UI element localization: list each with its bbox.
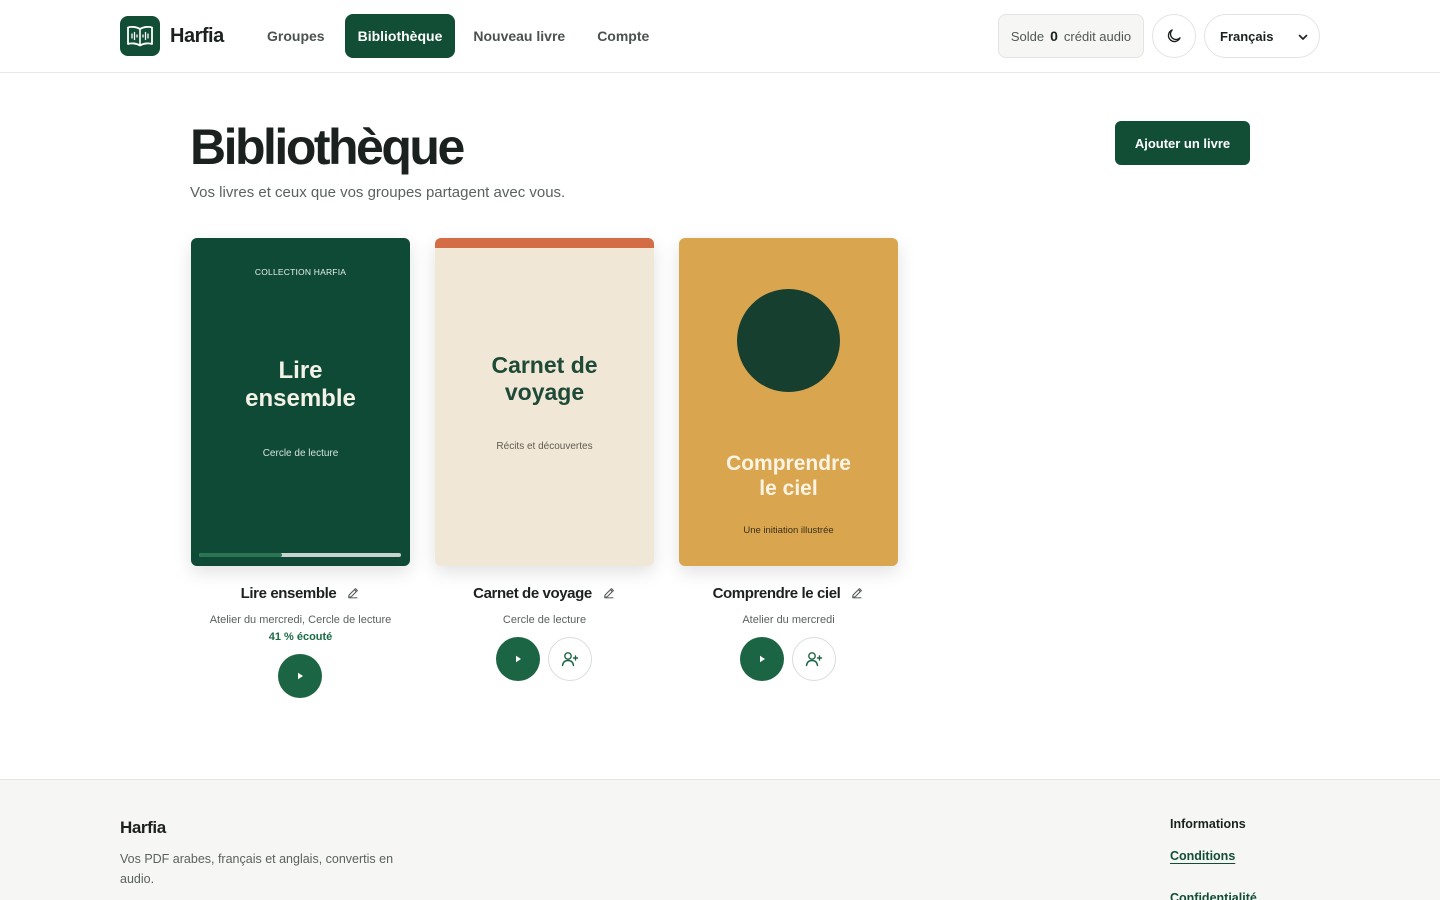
edit-icon[interactable]: [602, 586, 616, 600]
book-groups: Atelier du mercredi, Cercle de lecture: [209, 614, 392, 626]
cover-title-line: Lire: [278, 357, 323, 384]
footer-link-conditions[interactable]: Conditions: [1170, 849, 1235, 863]
cover-collection: COLLECTION HARFIA: [254, 267, 347, 277]
book-cover[interactable]: COLLECTION HARFIA Lire ensemble Cercle d…: [191, 238, 410, 566]
cover-subtitle: Cercle de lecture: [262, 448, 339, 459]
edit-icon[interactable]: [346, 586, 360, 600]
share-with-group-button[interactable]: [548, 637, 592, 681]
footer-link-confidentialite[interactable]: Confidentialité: [1170, 891, 1257, 900]
cover-title-line: le ciel: [759, 477, 818, 500]
cover-title: Lire ensemble: [191, 357, 410, 413]
book-title-text: Comprendre le ciel: [712, 585, 841, 602]
play-icon: [298, 672, 303, 680]
main-nav: Groupes Bibliothèque Nouveau livre Compt…: [252, 14, 666, 58]
cover-subtitle: Récits et découvertes: [496, 441, 593, 452]
cover-title-line: voyage: [504, 379, 585, 405]
book-title: Comprendre le ciel: [679, 585, 898, 602]
book-title-text: Lire ensemble: [240, 585, 337, 602]
brand-name[interactable]: Harfia: [170, 25, 224, 48]
nav-groupes[interactable]: Groupes: [252, 14, 340, 58]
moon-icon: [1167, 29, 1181, 43]
language-value: Français: [1220, 28, 1274, 44]
play-icon: [516, 655, 521, 663]
book-groups: Cercle de lecture: [502, 614, 587, 626]
footer: Harfia Vos PDF arabes, français et angla…: [0, 779, 1440, 900]
cover-title-line: Carnet de: [491, 352, 598, 378]
user-plus-icon: [805, 652, 823, 667]
cover-title: Carnet de voyage: [435, 352, 654, 406]
cover-subtitle: Une initiation illustrée: [743, 525, 834, 536]
cover-title-line: Comprendre: [726, 452, 851, 475]
top-header: Harfia Groupes Bibliothèque Nouveau livr…: [0, 0, 1440, 73]
progress-fill: [199, 553, 282, 557]
language-select[interactable]: Français: [1204, 14, 1320, 58]
nav-bibliotheque[interactable]: Bibliothèque: [344, 14, 456, 58]
balance-label: Solde: [1010, 28, 1045, 44]
balance-value: 0: [1050, 28, 1058, 44]
book-title-text: Carnet de voyage: [473, 585, 592, 602]
cover-title: Comprendre le ciel: [679, 451, 898, 501]
edit-icon[interactable]: [850, 586, 864, 600]
cover-title-line: ensemble: [245, 385, 356, 412]
balance-unit: crédit audio: [1063, 28, 1132, 44]
nav-nouveau-livre[interactable]: Nouveau livre: [458, 14, 580, 58]
play-icon: [760, 655, 765, 663]
progress-bar: [199, 553, 401, 557]
play-button[interactable]: [740, 637, 784, 681]
book-cover[interactable]: Carnet de voyage Récits et découvertes: [435, 238, 654, 566]
logo-icon[interactable]: [120, 16, 160, 56]
cover-sun-shape: [737, 289, 840, 392]
balance-badge: Solde 0 crédit audio: [998, 14, 1144, 58]
book-groups: Atelier du mercredi: [742, 614, 835, 626]
chevron-down-icon: [1298, 34, 1308, 40]
footer-description: Vos PDF arabes, français et anglais, con…: [120, 852, 394, 886]
book-title: Lire ensemble: [191, 585, 410, 602]
play-button[interactable]: [496, 637, 540, 681]
add-book-button[interactable]: Ajouter un livre: [1115, 121, 1250, 165]
listening-progress: 41 % écouté: [268, 631, 333, 643]
user-plus-icon: [561, 652, 579, 667]
page-subtitle: Vos livres et ceux que vos groupes parta…: [190, 184, 566, 201]
theme-toggle-button[interactable]: [1152, 14, 1196, 58]
footer-info-heading: Informations: [1170, 817, 1246, 831]
page-title: Bibliothèque: [190, 119, 465, 175]
book-cover[interactable]: Comprendre le ciel Une initiation illust…: [679, 238, 898, 566]
footer-brand: Harfia: [120, 818, 166, 837]
cover-accent-strip: [435, 238, 654, 248]
nav-compte[interactable]: Compte: [582, 14, 664, 58]
play-button[interactable]: [278, 654, 322, 698]
book-title: Carnet de voyage: [435, 585, 654, 602]
share-with-group-button[interactable]: [792, 637, 836, 681]
